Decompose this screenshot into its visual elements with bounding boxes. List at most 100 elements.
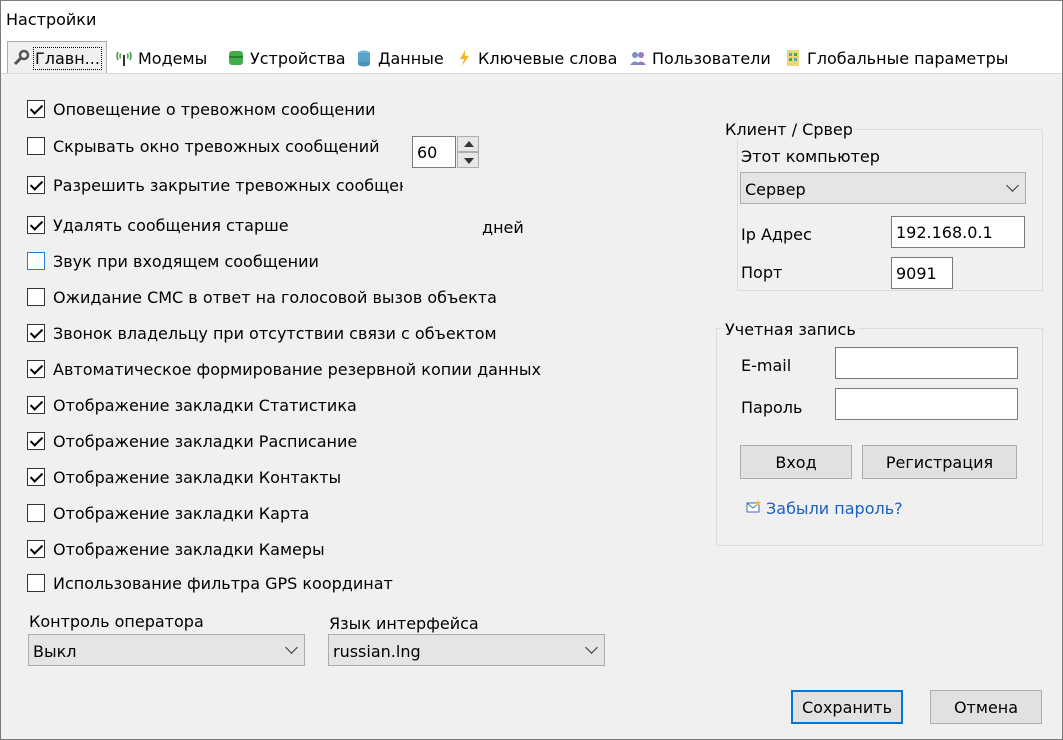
- database-icon: [355, 49, 373, 67]
- forgot-password-text: Забыли пароль?: [766, 499, 903, 518]
- title-bar: Настройки: [1, 1, 1062, 39]
- delete-days-input[interactable]: 60: [412, 136, 456, 168]
- client-server-title: Клиент / Срвер: [723, 120, 855, 139]
- option-gps-filter[interactable]: Использование фильтра GPS координат: [27, 572, 393, 594]
- email-label: E-mail: [741, 356, 792, 375]
- option-label: Отображение закладки Карта: [53, 503, 310, 523]
- option-label: Отображение закладки Статистика: [53, 395, 357, 415]
- checkbox[interactable]: [27, 540, 45, 558]
- password-label: Пароль: [741, 398, 803, 417]
- option-label: Оповещение о тревожном сообщении: [53, 99, 376, 119]
- port-label: Порт: [741, 263, 783, 282]
- tab-main[interactable]: Главн...: [7, 41, 107, 74]
- option-call-owner[interactable]: Звонок владельцу при отсутствии связи с …: [27, 322, 497, 344]
- email-input[interactable]: [835, 347, 1018, 379]
- checkbox[interactable]: [27, 504, 45, 522]
- operator-control-label: Контроль оператора: [29, 612, 204, 631]
- port-input[interactable]: 9091: [891, 257, 953, 289]
- language-value: russian.lng: [333, 642, 421, 661]
- option-show-contacts-tab[interactable]: Отображение закладки Контакты: [27, 466, 341, 488]
- computer-mode-value: Сервер: [745, 180, 806, 199]
- option-show-schedule-tab[interactable]: Отображение закладки Расписание: [27, 430, 357, 452]
- language-select[interactable]: russian.lng: [328, 634, 605, 666]
- checkbox[interactable]: [27, 252, 45, 270]
- checkbox[interactable]: [27, 216, 45, 234]
- device-icon: [227, 49, 245, 67]
- option-incoming-sound[interactable]: Звук при входящем сообщении: [27, 250, 319, 272]
- cancel-button[interactable]: Отмена: [930, 690, 1042, 724]
- chevron-down-icon: [585, 641, 598, 654]
- checkbox[interactable]: [27, 468, 45, 486]
- tab-users-label: Пользователи: [652, 48, 771, 68]
- this-computer-label: Этот компьютер: [741, 147, 880, 166]
- settings-window: Настройки Главн... Модемы Устройства Дан…: [0, 0, 1063, 740]
- checkbox[interactable]: [27, 432, 45, 450]
- option-label: Скрывать окно тревожных сообщений: [53, 136, 380, 156]
- option-label: Отображение закладки Расписание: [53, 431, 358, 451]
- tab-strip: Главн... Модемы Устройства Данные Ключев…: [1, 39, 1062, 74]
- checkbox[interactable]: [27, 288, 45, 306]
- tab-data-label: Данные: [378, 48, 444, 68]
- global-params-icon: [784, 49, 802, 67]
- option-label: Отображение закладки Контакты: [53, 467, 342, 487]
- checkbox[interactable]: [27, 360, 45, 378]
- antenna-icon: [115, 49, 133, 67]
- chevron-down-icon: [1006, 179, 1019, 192]
- option-wait-sms[interactable]: Ожидание СМС в ответ на голосовой вызов …: [27, 286, 497, 308]
- ip-address-input[interactable]: 192.168.0.1: [891, 216, 1025, 248]
- password-input[interactable]: [835, 388, 1018, 420]
- save-button[interactable]: Сохранить: [791, 690, 903, 724]
- stepper-down-button[interactable]: [457, 152, 479, 168]
- option-show-cameras-tab[interactable]: Отображение закладки Камеры: [27, 538, 325, 560]
- envelope-icon: [746, 499, 762, 518]
- checkbox[interactable]: [27, 100, 45, 118]
- option-label: Разрешить закрытие тревожных сообщени: [53, 175, 403, 195]
- option-allow-close-alarm[interactable]: Разрешить закрытие тревожных сообщени: [27, 174, 403, 196]
- wrench-icon: [12, 49, 30, 67]
- window-title: Настройки: [6, 10, 97, 29]
- tab-modems-label: Модемы: [138, 48, 208, 68]
- tab-global-params[interactable]: Глобальные параметры: [780, 43, 1012, 73]
- option-label: Удалять сообщения старше: [53, 215, 289, 235]
- tab-modems[interactable]: Модемы: [111, 43, 211, 73]
- option-label: Использование фильтра GPS координат: [53, 573, 393, 593]
- option-alarm-notification[interactable]: Оповещение о тревожном сообщении: [27, 98, 375, 120]
- tab-global-params-label: Глобальные параметры: [807, 48, 1009, 68]
- option-label: Ожидание СМС в ответ на голосовой вызов …: [53, 287, 497, 307]
- computer-mode-select[interactable]: Сервер: [740, 172, 1026, 204]
- option-auto-backup[interactable]: Автоматическое формирование резервной ко…: [27, 358, 541, 380]
- option-label: Автоматическое формирование резервной ко…: [53, 359, 541, 379]
- option-delete-old-messages[interactable]: Удалять сообщения старше: [27, 214, 289, 236]
- login-button[interactable]: Вход: [740, 445, 852, 479]
- checkbox[interactable]: [27, 396, 45, 414]
- tab-users[interactable]: Пользователи: [625, 43, 775, 73]
- main-settings-panel: Оповещение о тревожном сообщении Скрыват…: [1, 73, 1062, 739]
- language-label: Язык интерфейса: [329, 614, 479, 633]
- tab-devices-label: Устройства: [250, 48, 346, 68]
- option-hide-alarm-window[interactable]: Скрывать окно тревожных сообщений: [27, 135, 380, 157]
- chevron-down-icon: [285, 641, 298, 654]
- tab-main-label: Главн...: [33, 46, 102, 70]
- checkbox[interactable]: [27, 324, 45, 342]
- option-label: Отображение закладки Камеры: [53, 539, 325, 559]
- forgot-password-link[interactable]: Забыли пароль?: [746, 499, 903, 518]
- operator-control-value: Выкл: [33, 642, 77, 661]
- tab-keywords-label: Ключевые слова: [478, 48, 618, 68]
- tab-keywords[interactable]: Ключевые слова: [451, 43, 621, 73]
- users-icon: [629, 49, 647, 67]
- ip-label: Ip Адрес: [741, 225, 812, 244]
- stepper-up-button[interactable]: [457, 136, 479, 152]
- operator-control-select[interactable]: Выкл: [28, 634, 305, 666]
- checkbox[interactable]: [27, 137, 45, 155]
- option-label: Звонок владельцу при отсутствии связи с …: [53, 323, 497, 343]
- option-label: Звук при входящем сообщении: [53, 251, 319, 271]
- tab-devices[interactable]: Устройства: [223, 43, 350, 73]
- checkbox[interactable]: [27, 574, 45, 592]
- keywords-icon: [455, 49, 473, 67]
- account-title: Учетная запись: [723, 320, 858, 339]
- checkbox[interactable]: [27, 176, 45, 194]
- register-button[interactable]: Регистрация: [862, 445, 1017, 479]
- option-show-statistics-tab[interactable]: Отображение закладки Статистика: [27, 394, 357, 416]
- tab-data[interactable]: Данные: [351, 43, 448, 73]
- option-show-map-tab[interactable]: Отображение закладки Карта: [27, 502, 309, 524]
